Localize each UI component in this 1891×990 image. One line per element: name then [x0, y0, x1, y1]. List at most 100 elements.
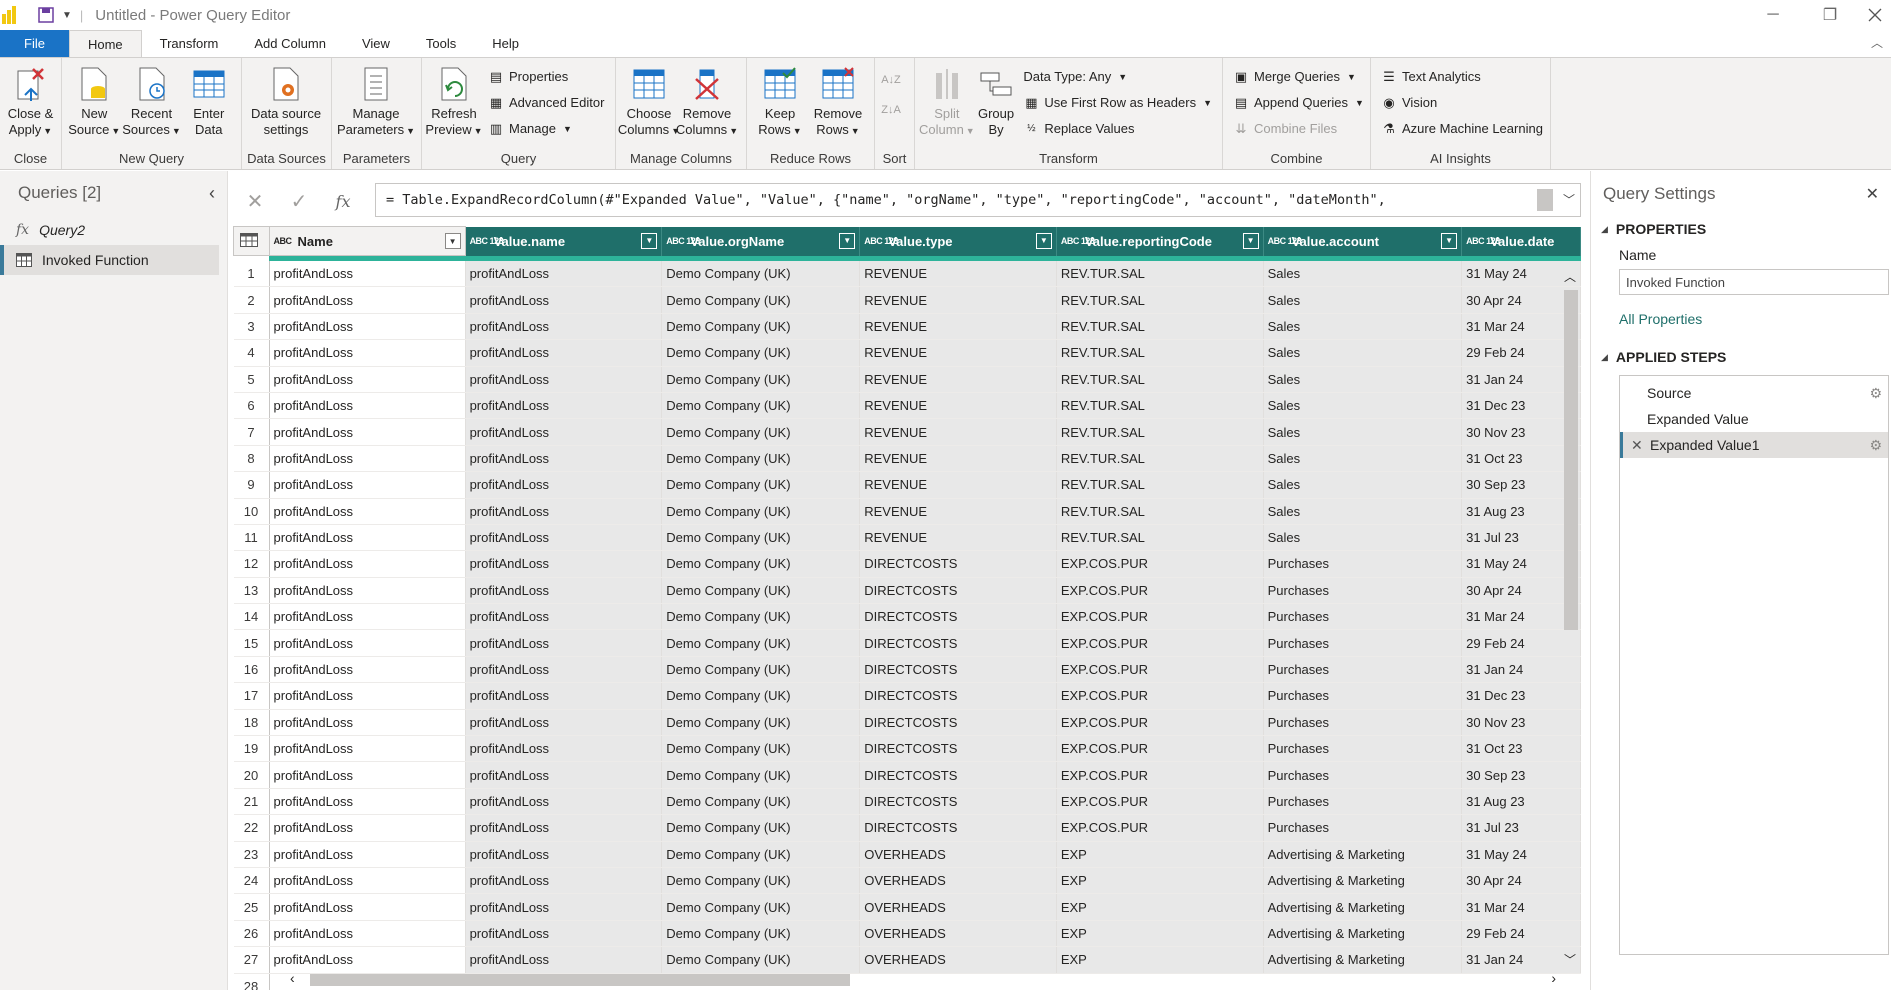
table-cell[interactable]: REVENUE	[859, 445, 1057, 473]
table-row[interactable]: 25 profitAndLoss profitAndLoss Demo Company…	[233, 893, 1581, 921]
table-cell[interactable]: profitAndLoss	[465, 286, 663, 314]
table-cell[interactable]: profitAndLoss	[465, 656, 663, 684]
table-cell[interactable]: REV.TUR.SAL	[1056, 524, 1264, 552]
table-cell[interactable]: profitAndLoss	[269, 814, 466, 842]
table-cell[interactable]: Advertising & Marketing	[1263, 841, 1463, 868]
applied-steps-section[interactable]: ◢ APPLIED STEPS	[1591, 349, 1891, 365]
scroll-left-icon[interactable]: ‹	[290, 970, 295, 986]
row-number[interactable]: 25	[233, 893, 270, 921]
collapse-queries-icon[interactable]: ‹	[209, 183, 215, 204]
table-cell[interactable]: profitAndLoss	[465, 366, 663, 393]
table-row[interactable]: 9 profitAndLoss profitAndLoss Demo Company …	[233, 471, 1581, 499]
table-cell[interactable]: profitAndLoss	[465, 313, 663, 341]
row-number[interactable]: 18	[233, 709, 270, 737]
table-cell[interactable]: DIRECTCOSTS	[859, 788, 1057, 816]
table-cell[interactable]: Demo Company (UK)	[661, 550, 861, 578]
table-cell[interactable]: profitAndLoss	[269, 920, 466, 948]
table-cell[interactable]: Demo Company (UK)	[661, 339, 861, 367]
table-cell[interactable]: OVERHEADS	[859, 920, 1057, 948]
table-cell[interactable]: DIRECTCOSTS	[859, 550, 1057, 578]
table-cell[interactable]: Purchases	[1263, 735, 1463, 763]
table-cell[interactable]: DIRECTCOSTS	[859, 761, 1057, 789]
query-item-query2[interactable]: fx Query2	[0, 215, 227, 245]
tab-home[interactable]: Home	[68, 30, 142, 57]
table-cell[interactable]: REVENUE	[859, 471, 1057, 499]
advanced-editor-button[interactable]: ▦ Advanced Editor	[488, 92, 605, 113]
table-cell[interactable]: Demo Company (UK)	[661, 761, 861, 789]
table-cell[interactable]: REV.TUR.SAL	[1056, 418, 1264, 446]
table-cell[interactable]: profitAndLoss	[269, 893, 466, 921]
row-number[interactable]: 4	[233, 339, 270, 367]
table-cell[interactable]: EXP.COS.PUR	[1056, 709, 1264, 737]
table-row[interactable]: 10 profitAndLoss profitAndLoss Demo Company…	[233, 498, 1581, 525]
table-cell[interactable]: profitAndLoss	[269, 366, 466, 393]
table-cell[interactable]: profitAndLoss	[269, 577, 466, 605]
table-cell[interactable]: OVERHEADS	[859, 946, 1057, 974]
table-cell[interactable]: Purchases	[1263, 682, 1463, 710]
table-cell[interactable]: profitAndLoss	[465, 471, 663, 499]
table-cell[interactable]: EXP.COS.PUR	[1056, 814, 1264, 842]
table-cell[interactable]: REV.TUR.SAL	[1056, 392, 1264, 420]
table-cell[interactable]: Demo Company (UK)	[661, 603, 861, 631]
expand-formula-icon[interactable]: ﹀	[1563, 191, 1575, 208]
collapse-ribbon-icon[interactable]: ︿	[1871, 34, 1883, 51]
table-cell[interactable]: profitAndLoss	[465, 498, 663, 525]
row-number[interactable]: 20	[233, 761, 270, 789]
column-header[interactable]: ABC 123 Value.name ▼	[465, 226, 663, 256]
table-cell[interactable]: EXP.COS.PUR	[1056, 761, 1264, 789]
maximize-button[interactable]: ❐	[1807, 0, 1853, 30]
table-cell[interactable]: profitAndLoss	[269, 286, 466, 314]
table-cell[interactable]: profitAndLoss	[269, 682, 466, 710]
column-filter-dropdown-icon[interactable]: ▼	[641, 232, 658, 249]
table-cell[interactable]: Demo Company (UK)	[661, 498, 861, 525]
table-cell[interactable]: Demo Company (UK)	[661, 656, 861, 684]
all-properties-link[interactable]: All Properties	[1591, 311, 1891, 327]
table-cell[interactable]: Demo Company (UK)	[661, 260, 861, 288]
commit-formula-icon[interactable]: ✓	[277, 189, 321, 214]
table-cell[interactable]: Demo Company (UK)	[661, 392, 861, 420]
table-row[interactable]: 1 profitAndLoss profitAndLoss Demo Company …	[233, 260, 1581, 288]
table-cell[interactable]: Demo Company (UK)	[661, 524, 861, 552]
column-header[interactable]: ABC 123 Value.orgName ▼	[661, 226, 861, 256]
table-cell[interactable]: Purchases	[1263, 788, 1463, 816]
table-row[interactable]: 6 profitAndLoss profitAndLoss Demo Company …	[233, 392, 1581, 420]
use-first-row-as-headers-button[interactable]: ▦ Use First Row as Headers ▼	[1023, 92, 1212, 113]
table-cell[interactable]: EXP.COS.PUR	[1056, 682, 1264, 710]
table-cell[interactable]: profitAndLoss	[465, 841, 663, 868]
table-cell[interactable]: Purchases	[1263, 709, 1463, 737]
table-cell[interactable]: Sales	[1263, 471, 1463, 499]
table-cell[interactable]: OVERHEADS	[859, 867, 1057, 895]
tab-tools[interactable]: Tools	[408, 30, 474, 57]
table-cell[interactable]: REVENUE	[859, 418, 1057, 446]
table-cell[interactable]: profitAndLoss	[269, 841, 466, 868]
table-cell[interactable]: Purchases	[1263, 577, 1463, 605]
step-expanded-value1[interactable]: ✕ Expanded Value1 ⚙	[1620, 432, 1888, 458]
row-number[interactable]: 9	[233, 471, 270, 499]
table-row[interactable]: 12 profitAndLoss profitAndLoss Demo Company…	[233, 550, 1581, 578]
table-cell[interactable]: profitAndLoss	[269, 550, 466, 578]
table-cell[interactable]: REVENUE	[859, 366, 1057, 393]
table-row[interactable]: 16 profitAndLoss profitAndLoss Demo Company…	[233, 656, 1581, 684]
table-cell[interactable]: Advertising & Marketing	[1263, 946, 1463, 974]
table-cell[interactable]: profitAndLoss	[465, 260, 663, 288]
table-cell[interactable]: Demo Company (UK)	[661, 867, 861, 895]
table-cell[interactable]: Advertising & Marketing	[1263, 920, 1463, 948]
row-number[interactable]: 13	[233, 577, 270, 605]
table-cell[interactable]: profitAndLoss	[269, 656, 466, 684]
delete-step-icon[interactable]: ✕	[1631, 437, 1645, 454]
table-cell[interactable]: profitAndLoss	[269, 260, 466, 288]
tab-add-column[interactable]: Add Column	[236, 30, 344, 57]
table-row[interactable]: 7 profitAndLoss profitAndLoss Demo Company …	[233, 418, 1581, 446]
table-cell[interactable]: Sales	[1263, 313, 1463, 341]
formula-input[interactable]: = Table.ExpandRecordColumn(#"Expanded Va…	[375, 183, 1581, 217]
column-header[interactable]: ABC 123 Value.type ▼	[859, 226, 1057, 256]
sort-ascending-button[interactable]: A↓Z	[881, 66, 901, 94]
azure-machine-learning-button[interactable]: ⚗ Azure Machine Learning	[1381, 118, 1543, 139]
table-cell[interactable]: REVENUE	[859, 392, 1057, 420]
cancel-formula-icon[interactable]: ✕	[233, 189, 277, 214]
row-number[interactable]: 11	[233, 524, 270, 552]
table-cell[interactable]: profitAndLoss	[269, 788, 466, 816]
table-cell[interactable]: profitAndLoss	[465, 524, 663, 552]
table-cell[interactable]: profitAndLoss	[269, 709, 466, 737]
table-cell[interactable]: DIRECTCOSTS	[859, 682, 1057, 710]
